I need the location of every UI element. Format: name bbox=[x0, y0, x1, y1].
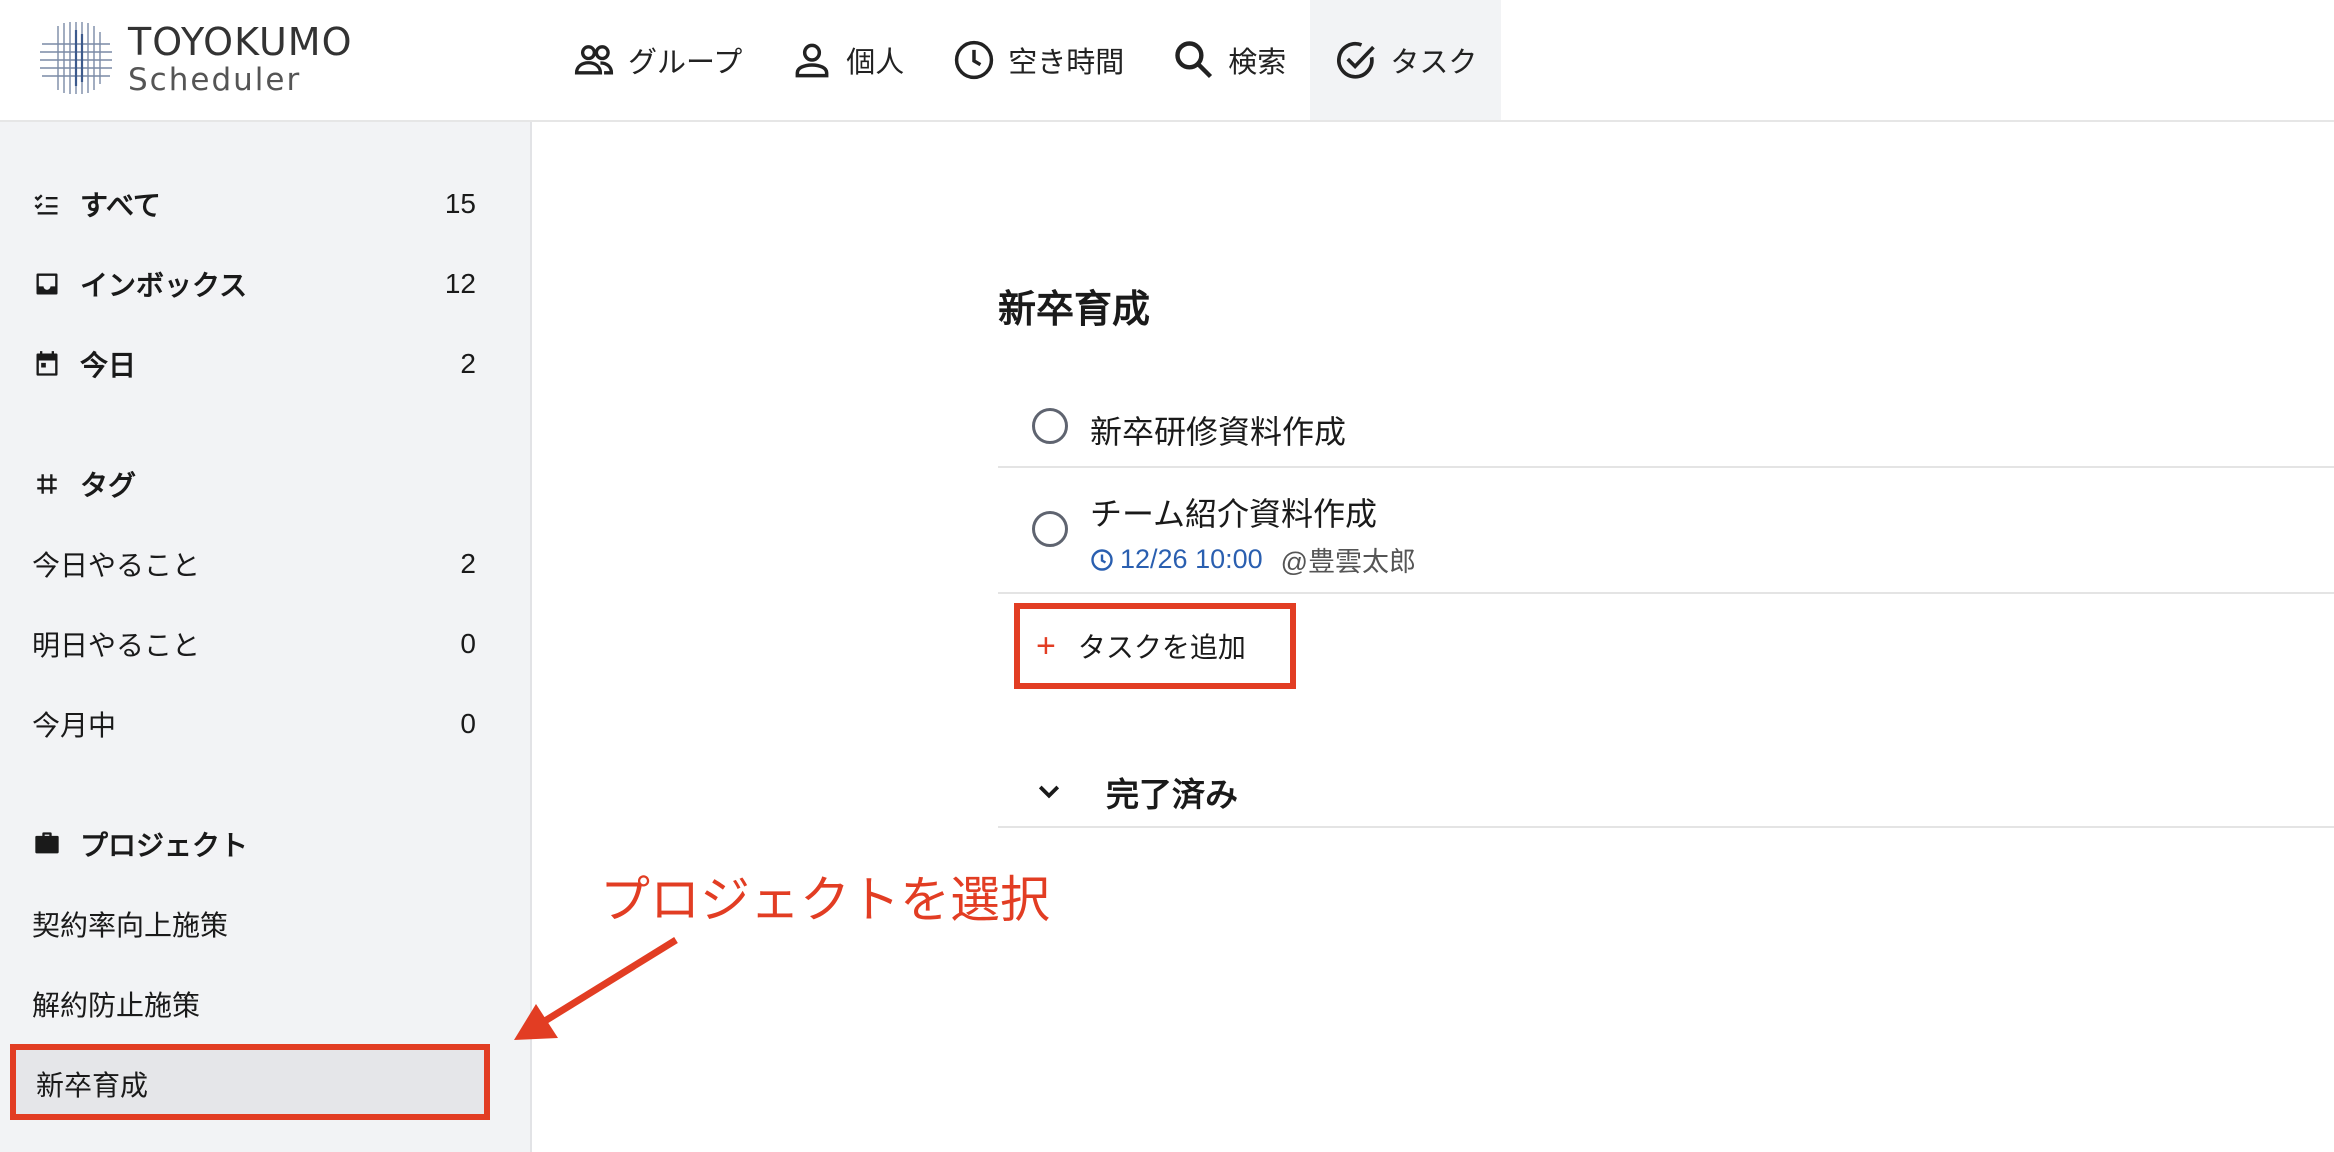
sidebar-project-contract-rate[interactable]: 契約率向上施策 bbox=[32, 894, 476, 954]
sidebar-item-count: 0 bbox=[460, 708, 476, 739]
sidebar-project-churn-prevention[interactable]: 解約防止施策 bbox=[32, 974, 476, 1034]
app-header: TOYOKUMO Scheduler グループ 個人 空き時間 検索 タスク bbox=[0, 0, 2334, 122]
main-nav: グループ 個人 空き時間 検索 タスク bbox=[548, 0, 1502, 120]
sidebar-item-label: すべて bbox=[80, 190, 161, 221]
sidebar-item-inbox[interactable]: インボックス 12 bbox=[32, 254, 476, 314]
logo-mark-icon bbox=[40, 22, 112, 94]
annotation-text: プロジェクトを選択 bbox=[600, 872, 1050, 928]
task-complete-checkbox[interactable] bbox=[1032, 408, 1068, 444]
nav-search-label: 検索 bbox=[1228, 47, 1287, 79]
hash-icon bbox=[32, 469, 62, 499]
sidebar-item-label: 契約率向上施策 bbox=[32, 910, 229, 941]
add-task-label: タスクを追加 bbox=[1077, 632, 1246, 663]
projects-header-label: プロジェクト bbox=[80, 830, 249, 861]
inbox-icon bbox=[32, 269, 62, 299]
task-row[interactable]: 新卒研修資料作成 bbox=[998, 390, 2334, 468]
add-task-button[interactable]: + タスクを追加 bbox=[1014, 603, 1296, 689]
group-icon bbox=[574, 45, 614, 75]
sidebar-item-count: 15 bbox=[444, 188, 476, 219]
nav-free-time-label: 空き時間 bbox=[1008, 47, 1125, 79]
due-clock-icon bbox=[1091, 548, 1113, 571]
task-row[interactable]: チーム紹介資料作成 12/26 10:00 @豊雲太郎 bbox=[998, 468, 2334, 594]
sidebar-item-count: 12 bbox=[444, 268, 476, 299]
completed-section-label: 完了済み bbox=[1106, 776, 1238, 813]
nav-free-time[interactable]: 空き時間 bbox=[928, 0, 1148, 120]
search-icon bbox=[1175, 41, 1213, 79]
chevron-down-icon bbox=[1038, 785, 1060, 799]
task-due-date: 12/26 10:00 bbox=[1120, 544, 1263, 574]
sidebar-item-count: 0 bbox=[460, 628, 476, 659]
sidebar-tag-today-todo[interactable]: 今日やること 2 bbox=[32, 534, 476, 594]
sidebar-tag-tomorrow-todo[interactable]: 明日やること 0 bbox=[32, 614, 476, 674]
sidebar-item-label: 解約防止施策 bbox=[32, 990, 201, 1021]
plus-icon: + bbox=[1036, 626, 1056, 665]
sidebar-item-label: 今日やること bbox=[32, 550, 201, 581]
nav-group-label: グループ bbox=[628, 47, 743, 79]
sidebar-item-label: 新卒育成 bbox=[36, 1070, 149, 1101]
nav-group[interactable]: グループ bbox=[548, 0, 766, 120]
completed-section-toggle[interactable]: 完了済み bbox=[998, 758, 2334, 828]
project-title: 新卒育成 bbox=[998, 289, 1151, 331]
tags-header-label: タグ bbox=[80, 470, 137, 501]
checklist-icon bbox=[32, 189, 62, 219]
calendar-icon bbox=[32, 349, 62, 379]
clock-icon bbox=[955, 40, 994, 80]
sidebar-item-today[interactable]: 今日 2 bbox=[32, 334, 476, 394]
annotation-arrow-icon bbox=[514, 937, 678, 1040]
nav-personal[interactable]: 個人 bbox=[766, 0, 928, 120]
briefcase-icon bbox=[32, 829, 62, 859]
app-logo[interactable]: TOYOKUMO Scheduler bbox=[38, 18, 378, 100]
sidebar-tag-this-month[interactable]: 今月中 0 bbox=[32, 694, 476, 754]
nav-tasks-label: タスク bbox=[1390, 47, 1478, 79]
sidebar-item-label: 今日 bbox=[80, 350, 137, 381]
task-meta: 12/26 10:00 @豊雲太郎 bbox=[1090, 540, 1416, 579]
person-icon bbox=[795, 43, 829, 78]
sidebar-item-label: インボックス bbox=[80, 270, 248, 301]
nav-personal-label: 個人 bbox=[846, 47, 905, 79]
sidebar-item-all[interactable]: すべて 15 bbox=[32, 174, 476, 234]
sidebar-tags-header: タグ bbox=[32, 454, 476, 514]
task-title: チーム紹介資料作成 bbox=[1090, 496, 1378, 532]
sidebar-item-count: 2 bbox=[460, 548, 476, 579]
check-circle-icon bbox=[1337, 41, 1376, 79]
sidebar-item-label: 明日やること bbox=[32, 630, 201, 661]
task-assignee[interactable]: @豊雲太郎 bbox=[1281, 540, 1416, 579]
sidebar-projects-header: プロジェクト bbox=[32, 814, 476, 874]
nav-tasks[interactable]: タスク bbox=[1310, 0, 1502, 120]
logo-name: TOYOKUMO bbox=[128, 20, 353, 64]
task-complete-checkbox[interactable] bbox=[1032, 511, 1068, 547]
task-title: 新卒研修資料作成 bbox=[1090, 414, 1347, 450]
sidebar: すべて 15 インボックス 12 今日 2 タグ 今日やること 2 明日やること… bbox=[0, 122, 532, 1152]
logo-subtitle: Scheduler bbox=[128, 62, 302, 98]
sidebar-item-count: 2 bbox=[460, 348, 476, 379]
nav-search[interactable]: 検索 bbox=[1148, 0, 1310, 120]
sidebar-project-new-grad-training[interactable]: 新卒育成 bbox=[10, 1044, 490, 1120]
sidebar-item-label: 今月中 bbox=[32, 710, 117, 741]
